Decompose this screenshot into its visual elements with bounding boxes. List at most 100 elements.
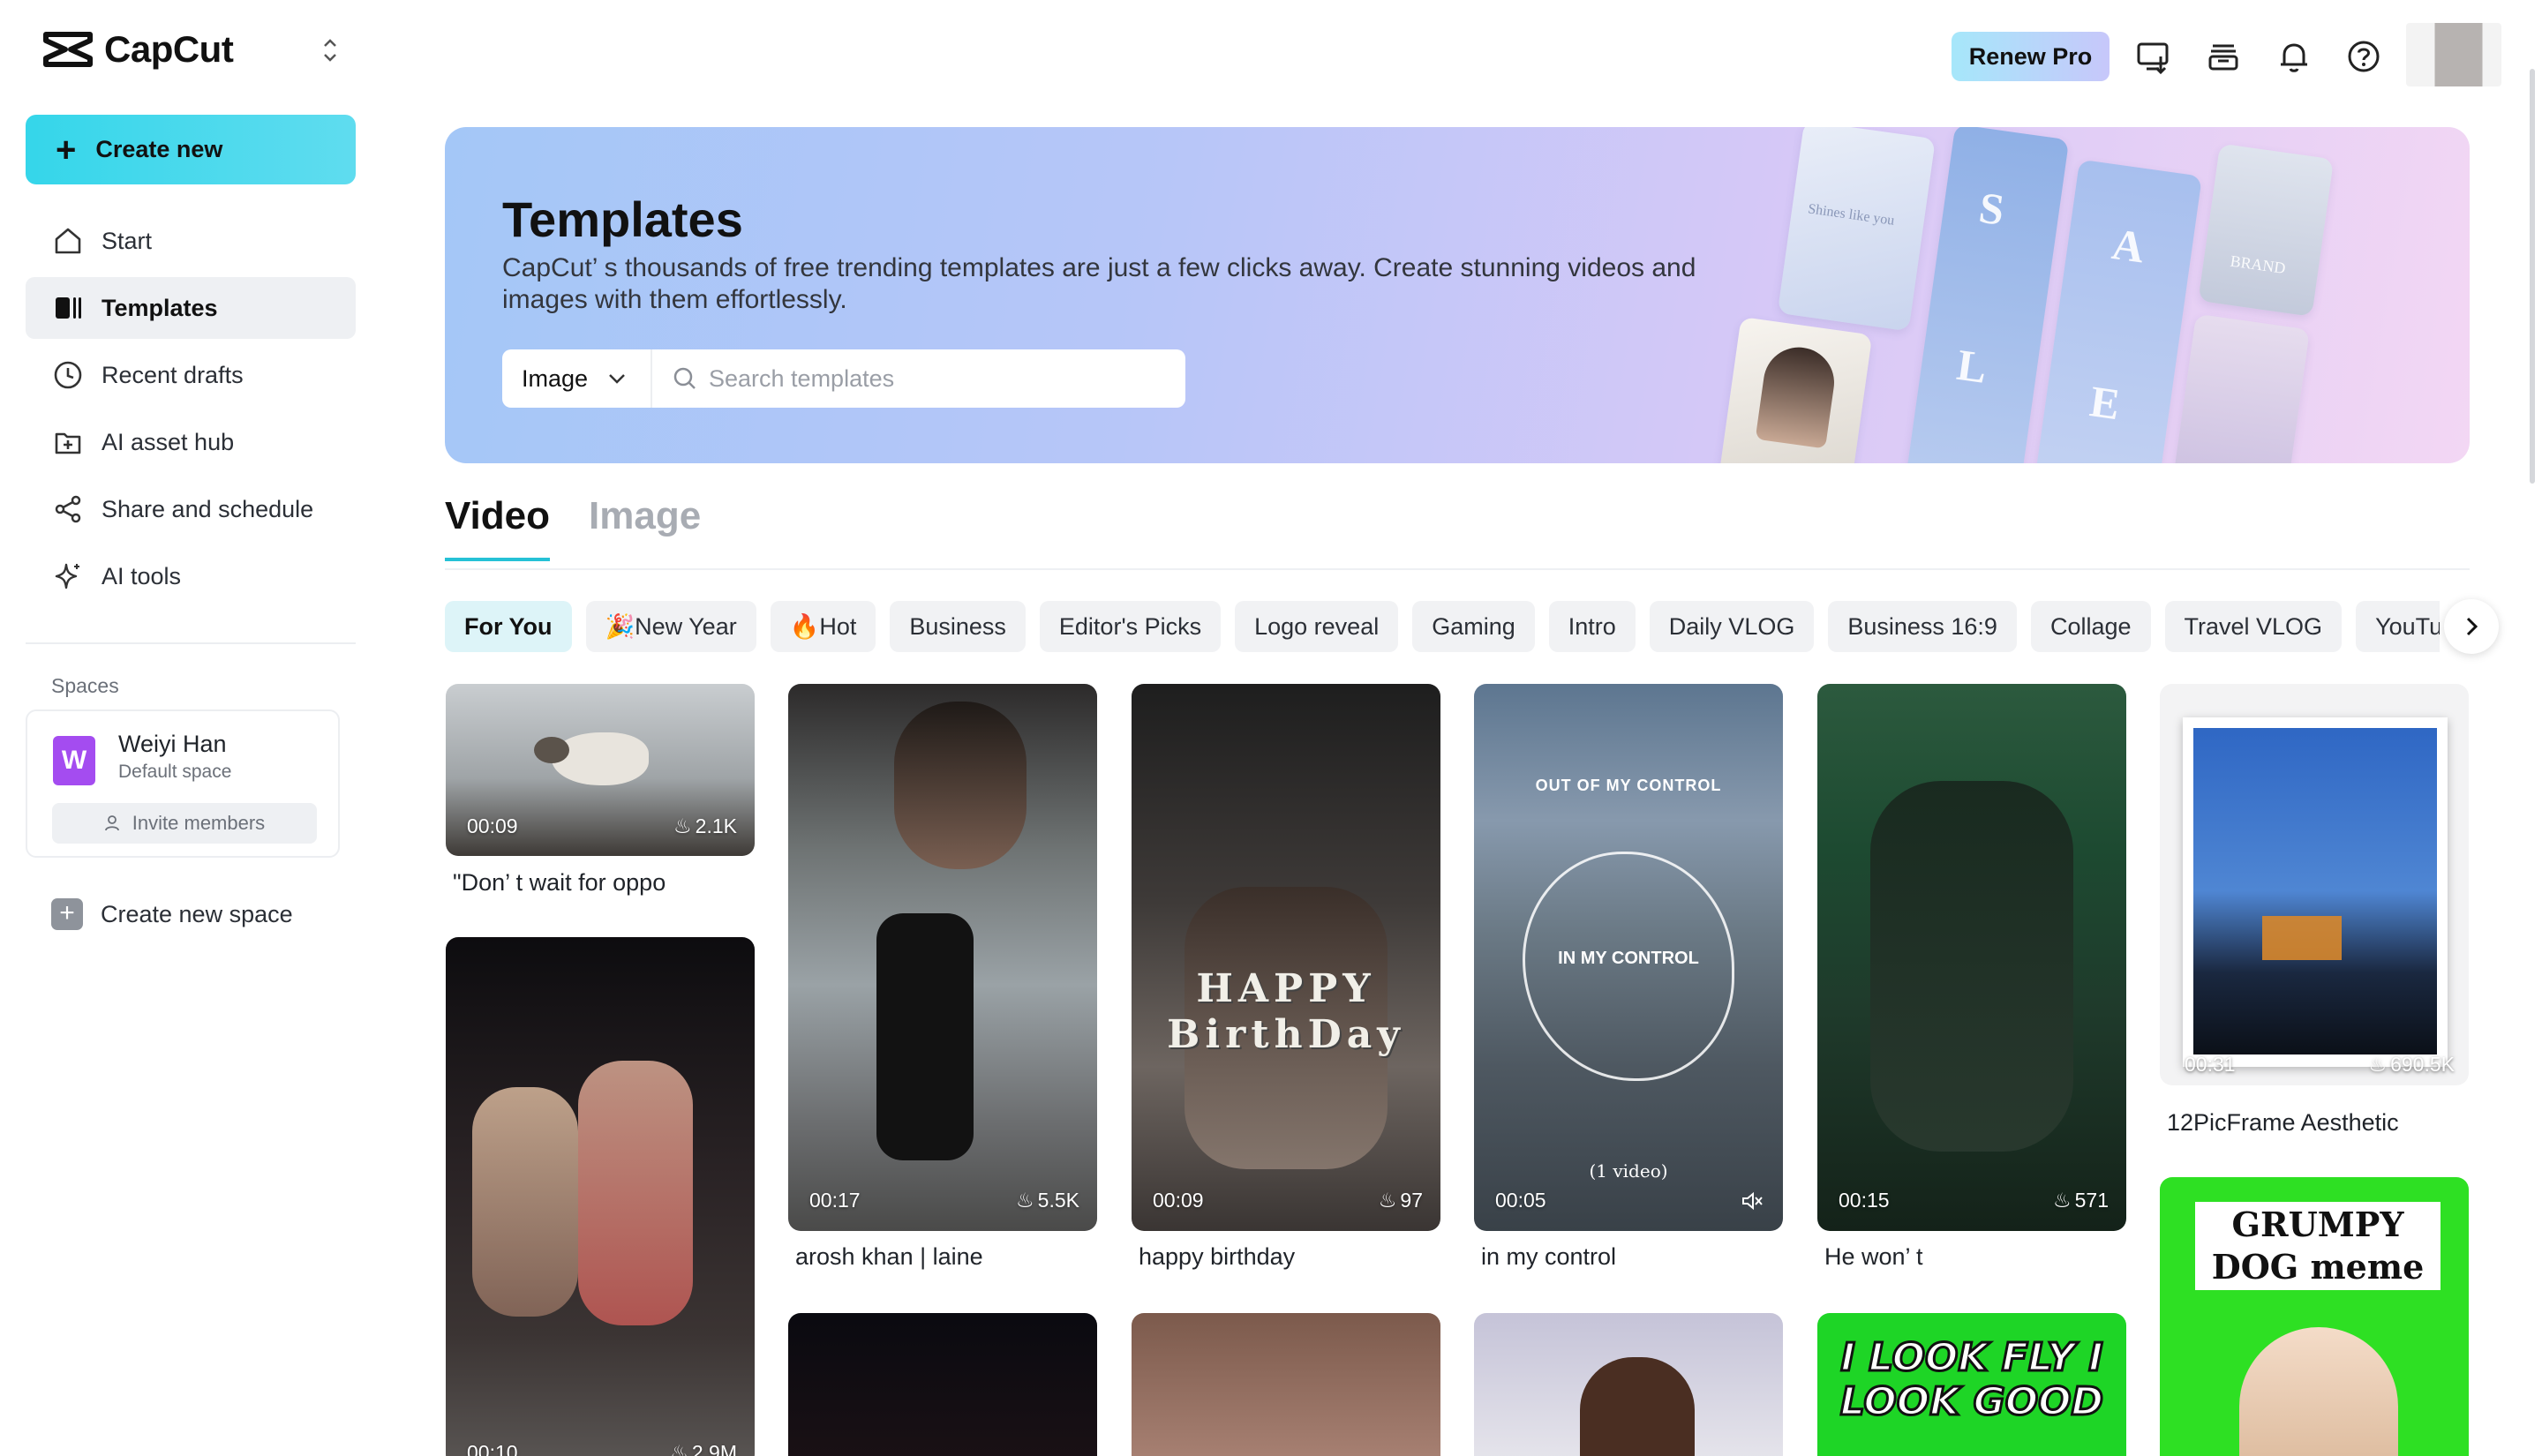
template-card[interactable] <box>1132 1313 1440 1456</box>
template-card[interactable]: HAPPY BirthDay 00:09 ♨ 97 happy birthday <box>1132 684 1440 1284</box>
chip-gaming[interactable]: Gaming <box>1412 601 1535 652</box>
flame-icon: ♨ <box>673 814 692 837</box>
mute-icon[interactable] <box>1741 1190 1764 1212</box>
search-input[interactable] <box>652 349 1185 408</box>
chip-daily-vlog[interactable]: Daily VLOG <box>1649 601 1815 652</box>
template-card[interactable]: 00:10 ♨ 2.9M <box>446 937 755 1456</box>
spaces-heading: Spaces <box>51 674 119 697</box>
create-new-space-button[interactable]: + Create new space <box>51 898 293 930</box>
template-overlay-text: IN MY CONTROL <box>1558 949 1699 968</box>
page-scrollbar[interactable] <box>2530 69 2535 484</box>
template-overlay-text: GRUMPY DOG meme <box>2211 1205 2425 1287</box>
sparkle-icon <box>55 563 79 589</box>
template-overlay-text: I LOOK FLY I LOOK GOOD <box>1839 1334 2104 1425</box>
duration-label: 00:17 <box>809 1189 861 1212</box>
chip-new-year[interactable]: 🎉New Year <box>585 601 756 652</box>
search-icon <box>673 367 696 389</box>
chips-next-button[interactable] <box>2444 599 2499 654</box>
create-space-label: Create new space <box>101 900 293 927</box>
template-thumbnail <box>1474 1313 1783 1456</box>
template-thumbnail: 00:17 ♨ 5.5K <box>788 684 1097 1231</box>
usage-count-value: 2.9M <box>691 1441 737 1456</box>
template-card[interactable]: 00:15 ♨ 571 He won’ t <box>1817 684 2126 1284</box>
create-new-label: Create new <box>95 136 223 162</box>
share-icon <box>55 495 81 523</box>
chip-for-you[interactable]: For You <box>445 601 572 652</box>
template-thumbnail: HAPPY BirthDay 00:09 ♨ 97 <box>1132 684 1440 1231</box>
sidebar-item-label: Share and schedule <box>102 495 314 522</box>
tab-image[interactable]: Image <box>589 494 701 561</box>
space-avatar: W <box>53 736 95 785</box>
renew-pro-button[interactable]: Renew Pro <box>1952 32 2110 81</box>
sidebar-item-recent-drafts[interactable]: Recent drafts <box>26 344 356 406</box>
flame-icon: ♨ <box>1016 1189 1034 1212</box>
usage-count: ♨ 2.9M <box>670 1441 737 1456</box>
template-card[interactable]: GRUMPY DOG meme <box>2160 1177 2469 1456</box>
template-thumbnail: OUT OF MY CONTROL IN MY CONTROL (1 video… <box>1474 684 1783 1231</box>
chevron-right-icon <box>2466 617 2478 636</box>
sidebar-item-label: Recent drafts <box>102 361 244 388</box>
search-type-dropdown[interactable]: Image <box>502 349 652 408</box>
workspace-switcher-icon[interactable] <box>318 35 342 65</box>
chip-collage[interactable]: Collage <box>2030 601 2151 652</box>
flame-icon: ♨ <box>1378 1189 1397 1212</box>
chip-business-16-9[interactable]: Business 16:9 <box>1828 601 2017 652</box>
download-to-desktop-icon[interactable] <box>2134 37 2173 76</box>
create-new-button[interactable]: + Create new <box>26 115 356 184</box>
template-thumbnail: I LOOK FLY I LOOK GOOD <box>1817 1313 2126 1456</box>
sidebar-item-label: AI asset hub <box>102 428 235 455</box>
sidebar-item-share-and-schedule[interactable]: Share and schedule <box>26 478 356 540</box>
chip-business[interactable]: Business <box>890 601 1026 652</box>
duration-label: 00:31 <box>2185 1053 2236 1076</box>
template-title: arosh khan | laine <box>795 1243 983 1270</box>
chip-hot[interactable]: 🔥Hot <box>770 601 876 652</box>
chip-editors-picks[interactable]: Editor's Picks <box>1039 601 1222 652</box>
home-icon <box>55 228 81 254</box>
inbox-icon[interactable] <box>2204 37 2243 76</box>
user-add-icon <box>104 815 119 831</box>
template-card[interactable] <box>788 1313 1097 1456</box>
space-subtitle: Default space <box>118 762 232 782</box>
plus-icon: + <box>51 898 83 930</box>
plus-icon: + <box>56 130 77 169</box>
template-card[interactable]: 00:17 ♨ 5.5K arosh khan | laine <box>788 684 1097 1284</box>
chip-travel-vlog[interactable]: Travel VLOG <box>2164 601 2343 652</box>
help-icon[interactable] <box>2344 37 2383 76</box>
collage-text: L <box>1953 339 1990 393</box>
template-card[interactable]: 00:09 ♨ 2.1K "Don’ t wait for oppo <box>446 684 755 896</box>
collage-text: A <box>2109 218 2148 273</box>
sidebar-item-ai-tools[interactable]: AI tools <box>26 545 356 607</box>
template-card[interactable]: I LOOK FLY I LOOK GOOD <box>1817 1313 2126 1456</box>
sidebar-item-templates[interactable]: Templates <box>26 277 356 339</box>
duration-label: 00:09 <box>1153 1189 1204 1212</box>
template-card[interactable]: OUT OF MY CONTROL IN MY CONTROL (1 video… <box>1474 684 1783 1284</box>
templates-banner: Templates CapCut’ s thousands of free tr… <box>445 127 2470 463</box>
template-card[interactable] <box>1474 1313 1783 1456</box>
duration-label: 00:10 <box>467 1441 518 1456</box>
space-card[interactable]: W Weiyi Han Default space Invite members <box>26 709 340 858</box>
clock-icon <box>54 361 82 389</box>
usage-count: ♨ 97 <box>1379 1189 1423 1212</box>
template-thumbnail: 00:10 ♨ 2.9M <box>446 937 755 1456</box>
template-type-tabs: Video Image <box>445 494 701 561</box>
usage-count-value: 690.5K <box>2390 1053 2455 1076</box>
user-avatar[interactable] <box>2406 23 2501 86</box>
chip-youtube-outro[interactable]: YouTube Outro <box>2356 601 2440 652</box>
template-search: Image <box>502 349 1185 408</box>
sidebar-item-start[interactable]: Start <box>26 210 356 272</box>
template-thumbnail <box>788 1313 1097 1456</box>
bell-icon[interactable] <box>2275 37 2313 76</box>
invite-members-label: Invite members <box>132 812 266 834</box>
invite-members-button[interactable]: Invite members <box>52 803 317 844</box>
template-card[interactable]: 00:31 ♨ 690.5K 12PicFrame Aesthetic <box>2160 684 2469 1143</box>
tab-video[interactable]: Video <box>445 494 551 561</box>
capcut-logo[interactable]: CapCut <box>42 25 234 74</box>
sidebar: CapCut + Create new Start Templates Rece… <box>0 0 388 1456</box>
asset-hub-icon <box>55 432 81 454</box>
chip-logo-reveal[interactable]: Logo reveal <box>1235 601 1399 652</box>
usage-count: ♨ 690.5K <box>2368 1053 2455 1077</box>
sidebar-item-ai-asset-hub[interactable]: AI asset hub <box>26 411 356 473</box>
template-thumbnail: 00:09 ♨ 2.1K <box>446 684 755 856</box>
usage-count-value: 571 <box>2074 1189 2109 1212</box>
chip-intro[interactable]: Intro <box>1548 601 1636 652</box>
